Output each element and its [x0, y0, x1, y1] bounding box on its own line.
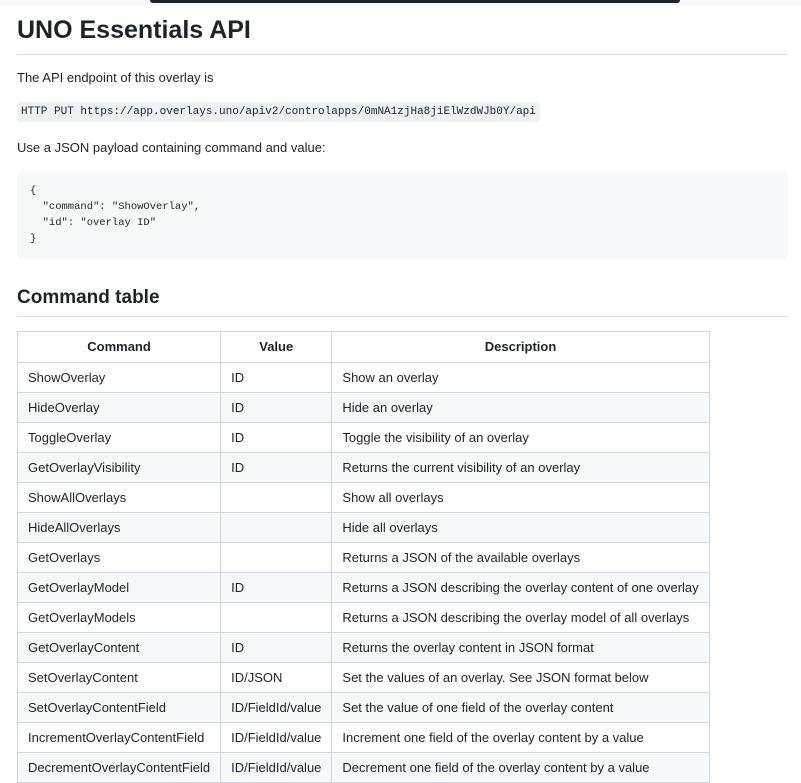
cell-value: ID/FieldId/value — [220, 722, 333, 753]
table-row: IncrementOverlayContentField ID/FieldId/v… — [16, 722, 710, 753]
code-line: "id": "overlay ID" — [30, 217, 157, 229]
table-row: GetOverlayModel ID Returns a JSON describi… — [16, 572, 710, 603]
table-row: ShowOverlay ID Show an overlay — [16, 362, 710, 393]
table-row: DecrementOverlayContentField ID/FieldId/v… — [16, 752, 710, 783]
endpoint-code: HTTP PUT https://app.overlays.uno/apiv2/… — [17, 102, 540, 122]
table-row: SetOverlayContentField ID/FieldId/value Se… — [16, 692, 710, 723]
cell-description: Returns a JSON describing the overlay co… — [331, 572, 710, 603]
cell-command: IncrementOverlayContentField — [16, 722, 222, 753]
markdown-body: UNO Essentials API The API endpoint of t… — [16, 0, 788, 783]
cell-value: ID/JSON — [220, 662, 333, 693]
table-row: HideOverlay ID Hide an overlay — [16, 392, 710, 423]
cell-value: ID — [220, 362, 333, 393]
cell-description: Hide all overlays — [331, 512, 710, 543]
code-line: } — [30, 233, 37, 245]
cell-command: ShowAllOverlays — [16, 482, 222, 513]
table-row: ToggleOverlay ID Toggle the visibility of … — [16, 422, 710, 453]
table-row: GetOverlayModels Returns a JSON describin… — [16, 602, 710, 633]
cell-description: Set the values of an overlay. See JSON f… — [331, 662, 710, 693]
command-table: Command Value Description ShowOverlay ID S… — [16, 331, 710, 783]
cell-value: ID — [220, 452, 333, 483]
cell-description: Increment one field of the overlay conte… — [331, 722, 710, 753]
cell-command: GetOverlayContent — [16, 632, 222, 663]
cell-description: Returns the current visibility of an ove… — [331, 452, 710, 483]
cell-description: Decrement one field of the overlay conte… — [331, 752, 710, 783]
cell-value: ID — [220, 392, 333, 423]
table-row: GetOverlayVisibility ID Returns the curren… — [16, 452, 710, 483]
column-header-description: Description — [331, 331, 710, 363]
cell-command: GetOverlays — [16, 542, 222, 573]
cell-value: ID/FieldId/value — [220, 692, 333, 723]
table-row: GetOverlayContent ID Returns the overlay c… — [16, 632, 710, 663]
table-row: HideAllOverlays Hide all overlays — [16, 512, 710, 543]
cell-value — [220, 482, 333, 513]
table-header-row: Command Value Description — [16, 331, 710, 363]
cell-command: HideOverlay — [16, 392, 222, 423]
cell-value: ID — [220, 572, 333, 603]
command-table-heading: Command table — [17, 286, 788, 317]
table-row: ShowAllOverlays Show all overlays — [16, 482, 710, 513]
cell-value — [220, 602, 333, 633]
cell-description: Returns a JSON describing the overlay mo… — [331, 602, 710, 633]
cell-command: DecrementOverlayContentField — [16, 752, 222, 783]
column-header-value: Value — [220, 331, 333, 363]
column-header-command: Command — [16, 331, 222, 363]
table-row: GetOverlays Returns a JSON of the availab… — [16, 542, 710, 573]
cell-value — [220, 542, 333, 573]
cell-description: Show an overlay — [331, 362, 710, 393]
cell-description: Returns a JSON of the available overlays — [331, 542, 710, 573]
payload-intro: Use a JSON payload containing command an… — [17, 140, 326, 155]
cell-value: ID — [220, 422, 333, 453]
cell-command: ToggleOverlay — [16, 422, 222, 453]
table-row: SetOverlayContent ID/JSON Set the values o… — [16, 662, 710, 693]
cell-command: SetOverlayContentField — [16, 692, 222, 723]
code-line: { — [30, 185, 37, 197]
cell-command: HideAllOverlays — [16, 512, 222, 543]
table-body: ShowOverlay ID Show an overlay HideOverlay I… — [16, 362, 710, 783]
payload-code-block: { "command": "ShowOverlay", "id": "overl… — [17, 171, 788, 259]
endpoint-intro: The API endpoint of this overlay is — [17, 70, 214, 85]
cell-command: ShowOverlay — [16, 362, 222, 393]
cell-description: Toggle the visibility of an overlay — [331, 422, 710, 453]
cell-value — [220, 512, 333, 543]
code-line: "command": "ShowOverlay", — [30, 201, 201, 213]
cell-value: ID/FieldId/value — [220, 752, 333, 783]
cell-value: ID — [220, 632, 333, 663]
cell-description: Hide an overlay — [331, 392, 710, 423]
cell-description: Returns the overlay content in JSON form… — [331, 632, 710, 663]
page-title: UNO Essentials API — [17, 14, 788, 55]
cell-command: GetOverlayModels — [16, 602, 222, 633]
cell-command: GetOverlayModel — [16, 572, 222, 603]
cell-command: SetOverlayContent — [16, 662, 222, 693]
cell-description: Show all overlays — [331, 482, 710, 513]
cell-description: Set the value of one field of the overla… — [331, 692, 710, 723]
cell-command: GetOverlayVisibility — [16, 452, 222, 483]
